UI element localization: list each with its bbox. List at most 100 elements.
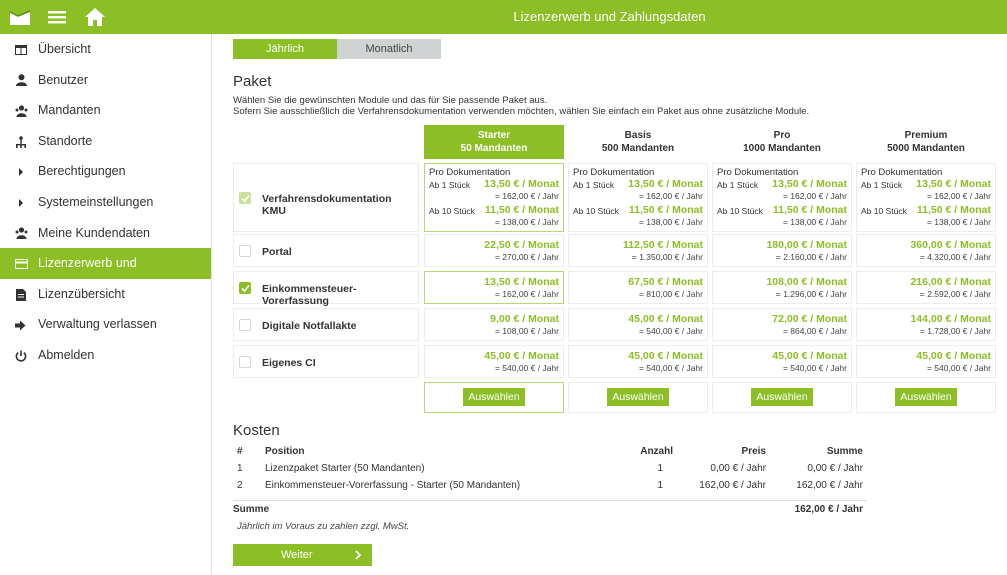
toggle-monthly[interactable]: Monatlich [337,39,441,59]
module-row-portal[interactable]: Portal [233,234,419,267]
chevron-right-icon [14,187,28,218]
menu-icon[interactable] [48,6,66,28]
price-monthly: 11,50 € / Monat [484,204,559,216]
price-cell-est-basis[interactable]: 67,50 € / Monat = 810,00 € / Jahr [568,271,708,304]
row-summe: 162,00 € / Jahr [796,480,863,491]
select-starter-button[interactable]: Auswählen [463,388,525,406]
price-yearly: = 1.296,00 € / Jahr [775,289,847,299]
tier-label: Ab 1 Stück [429,180,471,190]
sidebar-item-label: Berechtigungen [38,164,126,179]
price-cell-vd-starter[interactable]: Pro Dokumentation Ab 1 Stück 13,50 € / M… [424,163,564,232]
logo-icon[interactable] [8,7,32,27]
module-row-verfahrensdokumentation[interactable]: Verfahrensdokumentation KMU [233,163,419,232]
home-icon[interactable] [84,6,106,28]
sidebar-item-berechtigungen[interactable]: Berechtigungen [0,156,211,187]
price-monthly: 360,00 € / Monat [910,239,991,251]
sum-value: 162,00 € / Jahr [794,504,863,515]
toggle-yearly[interactable]: Jährlich [233,39,337,59]
document-icon [14,279,28,310]
price-cell-ci-basis[interactable]: 45,00 € / Monat = 540,00 € / Jahr [568,345,708,378]
tier-label: Ab 1 Stück [861,180,903,190]
row-preis: 0,00 € / Jahr [710,463,766,474]
module-checkbox[interactable] [239,245,251,257]
plan-header-starter[interactable]: Starter 50 Mandanten [424,125,564,159]
select-premium-button[interactable]: Auswählen [895,388,957,406]
sidebar-item-systemeinstellungen[interactable]: Systemeinstellungen [0,187,211,218]
credit-card-icon [14,248,28,279]
plan-clients: 1000 Mandanten [743,143,821,154]
price-yearly: = 540,00 € / Jahr [782,363,847,373]
price-cell-vd-pro[interactable]: Pro Dokumentation Ab 1 Stück 13,50 € / M… [712,163,852,232]
weiter-button[interactable]: Weiter [233,544,372,566]
price-cell-notfall-starter[interactable]: 9,00 € / Monat = 108,00 € / Jahr [424,308,564,341]
module-checkbox[interactable] [239,356,251,368]
price-cell-est-pro[interactable]: 108,00 € / Monat = 1.296,00 € / Jahr [712,271,852,304]
sidebar-item-lizenzuebersicht[interactable]: Lizenzübersicht [0,279,211,310]
select-cell-basis: Auswählen [568,382,708,413]
plan-header-premium[interactable]: Premium 5000 Mandanten [856,125,996,159]
plan-header-pro[interactable]: Pro 1000 Mandanten [712,125,852,159]
price-yearly: = 162,00 € / Jahr [926,191,991,201]
module-checkbox[interactable] [239,282,251,294]
price-yearly: = 162,00 € / Jahr [494,191,559,201]
price-monthly: 45,00 € / Monat [628,313,703,325]
price-cell-portal-premium[interactable]: 360,00 € / Monat = 4.320,00 € / Jahr [856,234,996,267]
price-monthly: 144,00 € / Monat [910,313,991,325]
price-cell-ci-pro[interactable]: 45,00 € / Monat = 540,00 € / Jahr [712,345,852,378]
table-icon [14,34,28,65]
module-row-eigenes-ci[interactable]: Eigenes CI [233,345,419,378]
price-cell-notfall-basis[interactable]: 45,00 € / Monat = 540,00 € / Jahr [568,308,708,341]
price-doc-label: Pro Dokumentation [573,167,655,178]
price-monthly: 112,50 € / Monat [623,239,703,251]
select-cell-pro: Auswählen [712,382,852,413]
sidebar-item-verwaltung-verlassen[interactable]: Verwaltung verlassen [0,309,211,340]
sidebar-item-label: Benutzer [38,72,89,87]
payment-note: Jährlich im Voraus zu zahlen zzgl. MwSt. [237,521,410,532]
sidebar-item-benutzer[interactable]: Benutzer [0,65,211,96]
price-yearly: = 4.320,00 € / Jahr [919,252,991,262]
sign-out-icon [14,309,28,340]
module-checkbox[interactable] [239,319,251,331]
price-cell-portal-basis[interactable]: 112,50 € / Monat = 1.350,00 € / Jahr [568,234,708,267]
module-checkbox[interactable] [239,192,251,204]
sidebar-item-uebersicht[interactable]: Übersicht [0,34,211,65]
price-yearly: = 108,00 € / Jahr [494,326,559,336]
select-basis-button[interactable]: Auswählen [607,388,669,406]
module-label: Eigenes CI [262,357,316,369]
users-icon [14,95,28,126]
price-cell-vd-basis[interactable]: Pro Dokumentation Ab 1 Stück 13,50 € / M… [568,163,708,232]
price-monthly: 13,50 € / Monat [916,178,991,190]
row-preis: 162,00 € / Jahr [699,480,766,491]
module-row-einkommensteuer[interactable]: Einkommensteuer-Vorerfassung [233,271,419,307]
price-cell-ci-premium[interactable]: 45,00 € / Monat = 540,00 € / Jahr [856,345,996,378]
price-cell-est-starter[interactable]: 13,50 € / Monat = 162,00 € / Jahr [424,271,564,304]
price-cell-portal-starter[interactable]: 22,50 € / Monat = 270,00 € / Jahr [424,234,564,267]
select-pro-button[interactable]: Auswählen [751,388,813,406]
plan-header-basis[interactable]: Basis 500 Mandanten [568,125,708,159]
sidebar-item-label: Übersicht [38,42,91,56]
price-cell-est-premium[interactable]: 216,00 € / Monat = 2.592,00 € / Jahr [856,271,996,304]
row-summe: 0,00 € / Jahr [807,463,863,474]
price-monthly: 9,00 € / Monat [490,313,559,325]
price-cell-notfall-premium[interactable]: 144,00 € / Monat = 1.728,00 € / Jahr [856,308,996,341]
price-cell-portal-pro[interactable]: 180,00 € / Monat = 2.160,00 € / Jahr [712,234,852,267]
module-row-notfallakte[interactable]: Digitale Notfallakte [233,308,419,341]
price-yearly: = 2.592,00 € / Jahr [919,289,991,299]
price-cell-vd-premium[interactable]: Pro Dokumentation Ab 1 Stück 13,50 € / M… [856,163,996,232]
sidebar-item-abmelden[interactable]: Abmelden [0,340,211,371]
price-monthly: 11,50 € / Monat [772,204,847,216]
sidebar: Übersicht Benutzer Mandanten Standorte B… [0,34,212,575]
price-yearly: = 2.160,00 € / Jahr [775,252,847,262]
billing-toggle: Jährlich Monatlich [233,39,441,59]
price-cell-ci-starter[interactable]: 45,00 € / Monat = 540,00 € / Jahr [424,345,564,378]
sidebar-item-mandanten[interactable]: Mandanten [0,95,211,126]
price-monthly: 45,00 € / Monat [916,350,991,362]
sidebar-item-lizenzerwerb[interactable]: Lizenzerwerb und Zahlungsdaten [0,248,211,301]
plan-clients: 500 Mandanten [601,143,675,154]
price-monthly: 11,50 € / Monat [628,204,703,216]
sidebar-item-meine-kundendaten[interactable]: Meine Kundendaten [0,218,211,249]
tier-label: Ab 10 Stück [429,206,475,216]
price-yearly: = 1.350,00 € / Jahr [631,252,703,262]
sidebar-item-standorte[interactable]: Standorte [0,126,211,157]
price-cell-notfall-pro[interactable]: 72,00 € / Monat = 864,00 € / Jahr [712,308,852,341]
